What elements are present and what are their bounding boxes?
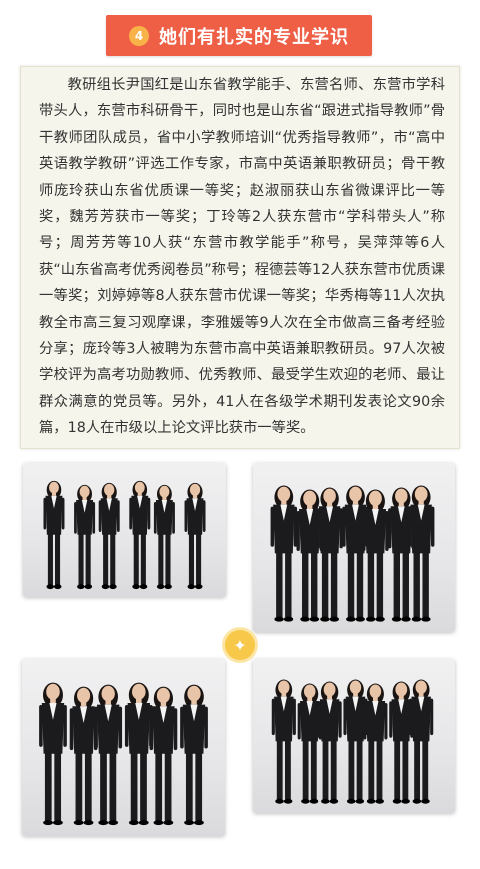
person-figure xyxy=(342,485,369,622)
section-title: 她们有扎实的专业学识 xyxy=(159,26,349,48)
person-figure xyxy=(316,487,343,622)
group-photo-1-figures xyxy=(43,480,206,590)
body-paragraph: 教研组长尹国红是山东省教学能手、东营名师、东营市学科带头人，东营市科研骨干，同时… xyxy=(39,77,445,437)
person-figure xyxy=(69,686,98,826)
group-photo-3-figures xyxy=(39,682,208,826)
person-figure xyxy=(74,484,96,590)
person-figure xyxy=(180,684,208,826)
section-number-badge: 4 xyxy=(129,25,149,46)
person-figure xyxy=(271,679,296,804)
group-photo-2-figures xyxy=(270,485,435,622)
group-photo-2 xyxy=(253,463,455,632)
section-title-banner: 4 她们有扎实的专业学识 xyxy=(106,15,372,56)
person-figure xyxy=(153,484,175,590)
person-figure xyxy=(409,679,434,804)
person-figure xyxy=(270,485,298,622)
sparkle-icon: ✦ xyxy=(225,630,255,660)
person-figure xyxy=(43,480,65,590)
person-figure xyxy=(343,679,368,804)
person-figure xyxy=(184,482,206,590)
group-photo-4 xyxy=(253,659,455,813)
person-figure xyxy=(297,683,322,804)
person-figure xyxy=(407,485,435,622)
person-figure xyxy=(39,682,67,826)
person-figure xyxy=(124,682,153,826)
person-figure xyxy=(317,681,342,804)
person-figure xyxy=(362,489,389,622)
person-figure xyxy=(129,480,151,590)
body-text-box: 教研组长尹国红是山东省教学能手、东营名师、东营市学科带头人，东营市科研骨干，同时… xyxy=(20,66,460,449)
person-figure xyxy=(94,684,123,826)
group-photo-1 xyxy=(23,463,226,597)
group-photo-4-figures xyxy=(271,679,434,804)
person-figure xyxy=(363,683,388,804)
person-figure xyxy=(98,482,120,590)
group-photo-3 xyxy=(22,659,225,836)
person-figure xyxy=(149,686,178,826)
